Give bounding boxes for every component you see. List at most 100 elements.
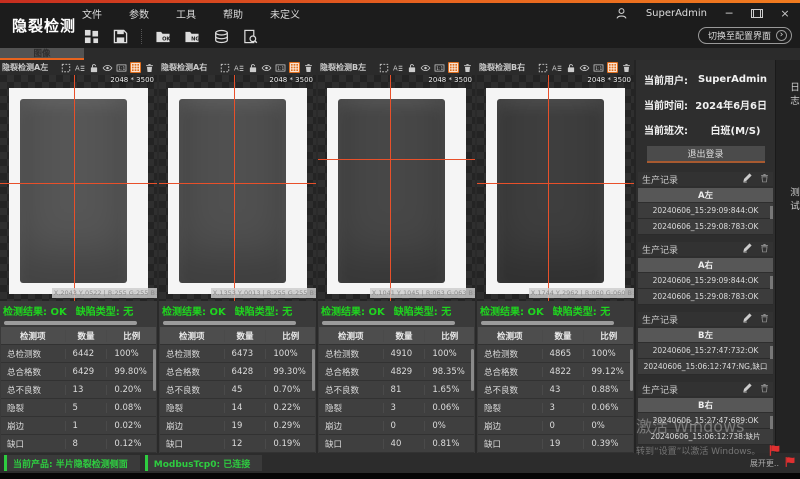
annotation-icon[interactable]: A [233, 62, 244, 73]
edit-pencil-icon[interactable] [742, 312, 753, 326]
grid-icon[interactable] [289, 62, 300, 73]
trash-icon[interactable] [144, 62, 155, 73]
horizontal-scrollbar[interactable] [480, 320, 631, 327]
scrollbar-thumb[interactable] [163, 321, 296, 325]
table-row: 崩边00% [319, 417, 474, 435]
menu-item-3[interactable]: 帮助 [223, 6, 243, 21]
save-icon[interactable] [111, 28, 129, 44]
record-row[interactable]: 20240606_15:27:47:689:OK [638, 413, 773, 429]
folder-ng-icon[interactable]: NG [183, 28, 201, 44]
crosshair-horizontal [0, 183, 157, 184]
record-row[interactable]: 20240606_15:29:08:783:OK [638, 219, 773, 235]
close-button[interactable]: × [778, 8, 792, 19]
grid-icon[interactable] [130, 62, 141, 73]
trash-icon[interactable] [760, 383, 769, 396]
production-record-group: 生产记录 A右 20240606_15:29:09:844:OK20240606… [638, 242, 773, 309]
menu-item-0[interactable]: 文件 [82, 6, 102, 21]
layers-icon[interactable] [212, 28, 230, 44]
trash-icon[interactable] [760, 173, 769, 186]
vertical-scrollbar[interactable] [153, 349, 156, 391]
camera-name-subheader: B右 [638, 398, 773, 412]
app-window: 隐裂检测 文件参数工具帮助未定义 SuperAdmin ─ × OK NG [0, 0, 800, 479]
production-record-group: 生产记录 A左 20240606_15:29:09:844:OK20240606… [638, 172, 773, 239]
image-viewport[interactable]: 2048 * 3500 X,1041 Y,1045 | R:063 G:063 … [318, 75, 475, 301]
one-to-one-icon[interactable]: 1:1 [593, 62, 604, 73]
vertical-scrollbar[interactable] [630, 349, 633, 391]
table-cell: 总不良数 [478, 384, 542, 396]
grid-icon[interactable] [448, 62, 459, 73]
image-viewport[interactable]: 2048 * 3500 X,1353 Y,0013 | R:255 G:255 … [159, 75, 316, 301]
horizontal-scrollbar[interactable] [321, 320, 472, 327]
table-header-cell: 数量 [65, 330, 107, 342]
table-row: 总不良数430.88% [478, 381, 633, 399]
restore-button[interactable] [751, 9, 763, 18]
roi-square-icon[interactable] [219, 62, 230, 73]
eye-icon[interactable] [102, 62, 113, 73]
production-record-group: 生产记录 B右 20240606_15:27:47:689:OK20240606… [638, 382, 773, 449]
table-cell: 0.39% [583, 439, 633, 449]
status-product: 当前产品: 半片隐裂检测侧面 [4, 455, 140, 471]
image-viewport[interactable]: 2048 * 3500 X,2043 Y,0522 | R:255 G:255 … [0, 75, 157, 301]
menu-item-4[interactable]: 未定义 [270, 6, 300, 21]
record-row[interactable]: 20240606_15:06:12:738:缺片 [638, 429, 773, 445]
record-row[interactable]: 20240606_15:29:09:844:OK [638, 273, 773, 289]
table-header-cell: 比例 [106, 330, 156, 342]
trash-icon[interactable] [303, 62, 314, 73]
annotation-icon[interactable]: A [551, 62, 562, 73]
image-viewport[interactable]: 2048 * 3500 X,1744 Y,2962 | R:060 G:060 … [477, 75, 634, 301]
lock-icon[interactable] [565, 62, 576, 73]
menu-item-2[interactable]: 工具 [176, 6, 196, 21]
record-row[interactable]: 20240606_15:29:09:844:OK [638, 203, 773, 219]
roi-square-icon[interactable] [537, 62, 548, 73]
eye-icon[interactable] [579, 62, 590, 73]
vertical-scrollbar[interactable] [770, 346, 773, 359]
annotation-icon[interactable]: A [392, 62, 403, 73]
scrollbar-thumb[interactable] [322, 321, 455, 325]
vertical-scrollbar[interactable] [770, 276, 773, 289]
eye-icon[interactable] [261, 62, 272, 73]
minimize-button[interactable]: ─ [722, 8, 736, 19]
search-doc-icon[interactable] [241, 28, 259, 44]
edit-pencil-icon[interactable] [742, 382, 753, 396]
trash-icon[interactable] [462, 62, 473, 73]
table-header-cell: 检测项 [478, 330, 542, 342]
side-tab-log[interactable]: 日志 [776, 82, 800, 109]
vertical-scrollbar[interactable] [471, 349, 474, 391]
roi-square-icon[interactable] [378, 62, 389, 73]
edit-pencil-icon[interactable] [742, 172, 753, 186]
vertical-scrollbar[interactable] [312, 349, 315, 391]
table-cell: 总检测数 [319, 348, 383, 360]
switch-to-config-button[interactable]: 切换至配置界面 › [698, 27, 792, 44]
record-row[interactable]: 20240606_15:27:47:732:OK [638, 343, 773, 359]
one-to-one-icon[interactable]: 1:1 [116, 62, 127, 73]
lock-icon[interactable] [406, 62, 417, 73]
one-to-one-icon[interactable]: 1:1 [275, 62, 286, 73]
folder-ok-icon[interactable]: OK [154, 28, 172, 44]
trash-icon[interactable] [621, 62, 632, 73]
record-row[interactable]: 20240606_15:06:12:747:NG,缺口 [638, 359, 773, 375]
tab-image[interactable]: 图像 [0, 48, 84, 60]
edit-pencil-icon[interactable] [742, 242, 753, 256]
horizontal-scrollbar[interactable] [3, 320, 154, 327]
crosshair-horizontal [159, 183, 316, 184]
grid-icon[interactable] [607, 62, 618, 73]
vertical-scrollbar[interactable] [770, 416, 773, 429]
scrollbar-thumb[interactable] [4, 321, 137, 325]
camera-name-subheader: A左 [638, 188, 773, 202]
logout-button[interactable]: 退出登录 [647, 146, 765, 163]
lock-icon[interactable] [247, 62, 258, 73]
trash-icon[interactable] [760, 313, 769, 326]
menu-item-1[interactable]: 参数 [129, 6, 149, 21]
layout-grid-icon[interactable] [82, 28, 100, 44]
vertical-scrollbar[interactable] [770, 206, 773, 219]
scrollbar-thumb[interactable] [481, 321, 614, 325]
trash-icon[interactable] [760, 243, 769, 256]
horizontal-scrollbar[interactable] [162, 320, 313, 327]
annotation-icon[interactable]: A [74, 62, 85, 73]
side-tab-test[interactable]: 测试 [776, 187, 800, 214]
eye-icon[interactable] [420, 62, 431, 73]
one-to-one-icon[interactable]: 1:1 [434, 62, 445, 73]
lock-icon[interactable] [88, 62, 99, 73]
record-row[interactable]: 20240606_15:29:08:783:OK [638, 289, 773, 305]
roi-square-icon[interactable] [60, 62, 71, 73]
